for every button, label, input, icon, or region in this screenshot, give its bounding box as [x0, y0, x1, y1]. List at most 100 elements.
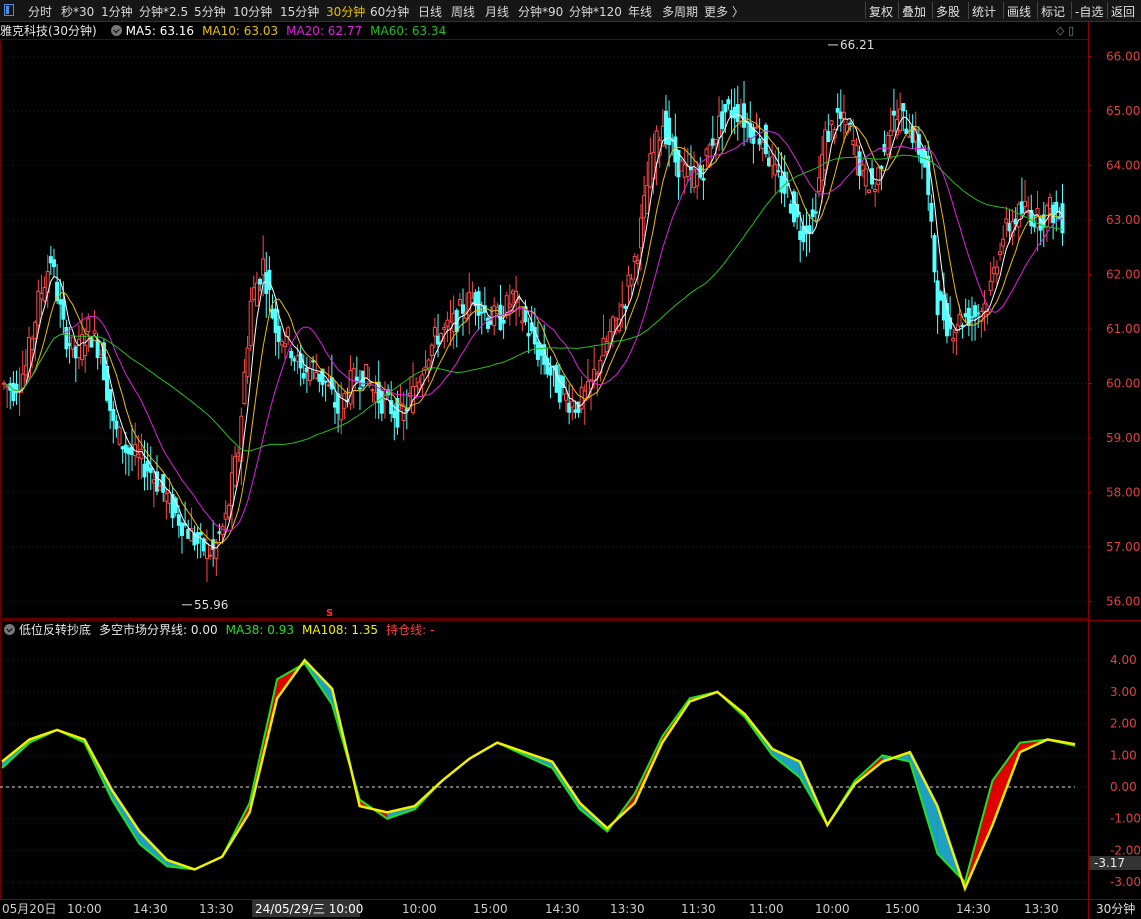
candle-down [73, 346, 78, 359]
candle-up [92, 330, 97, 334]
candle-up [876, 167, 881, 185]
candle-up [254, 282, 259, 307]
candle-up [866, 189, 871, 193]
candle-up [592, 368, 597, 381]
period-label: 30分钟 [1096, 901, 1135, 916]
price-tick-label: 65.00 [1106, 104, 1140, 118]
candle-up [226, 504, 231, 518]
price-tick-label: 60.00 [1106, 377, 1140, 391]
indicator-tick-label: -1.00 [1110, 812, 1141, 826]
candle-up [214, 541, 219, 560]
candle-down [535, 341, 540, 360]
time-axis-label: 10:00 [402, 902, 437, 916]
candle-up [754, 126, 759, 129]
candle-up [348, 369, 353, 405]
candle-up [20, 373, 25, 389]
candle-up [629, 278, 634, 286]
candle-down [142, 463, 147, 478]
candle-down [317, 373, 322, 382]
candle-down [941, 294, 946, 321]
indicator-tick-label: 3.00 [1110, 685, 1137, 699]
candle-down [479, 311, 484, 314]
candle-down [198, 531, 203, 536]
candle-up [339, 395, 344, 421]
candle-down [726, 99, 731, 105]
candle-down [276, 325, 281, 342]
candle-up [70, 336, 75, 350]
time-axis-label: 13:30 [610, 902, 645, 916]
candle-up [988, 280, 993, 292]
time-axis-label: 10:00 [67, 902, 102, 916]
candle-down [1007, 222, 1012, 232]
candle-up [773, 163, 778, 176]
high-price-label: 66.21 [840, 38, 874, 52]
candle-down [176, 514, 181, 526]
candle-up [470, 297, 475, 304]
candle-up [236, 452, 241, 457]
candle-up [738, 117, 743, 122]
price-tick-label: 66.00 [1106, 49, 1140, 63]
candle-down [436, 335, 441, 345]
time-axis-label: 15:00 [885, 902, 920, 916]
candle-up [370, 389, 375, 392]
candle-up [308, 368, 312, 382]
candle-up [283, 343, 288, 348]
candle-down [392, 410, 397, 419]
candle-down [179, 522, 184, 536]
candle-down [258, 278, 263, 285]
candle-up [492, 305, 497, 327]
candle-up [364, 363, 369, 379]
candle-up [854, 144, 859, 158]
price-tick-label: 62.00 [1106, 267, 1140, 281]
candle-down [1054, 201, 1059, 213]
candle-up [80, 334, 85, 361]
candle-up [5, 385, 10, 388]
candle-up [645, 185, 650, 215]
candle-up [204, 543, 209, 559]
candle-up [635, 259, 640, 265]
candle-up [245, 347, 250, 377]
candle-up [564, 393, 569, 401]
kline-chart[interactable]: 56.00 57.00 58.00 59.00 60.00 61.00 62.00 63.00… [0, 0, 1141, 919]
candle-up [907, 135, 912, 138]
time-axis-label: 15:00 [473, 902, 508, 916]
candle-up [620, 304, 625, 307]
candle-down [357, 387, 362, 390]
price-tick-label: 61.00 [1106, 322, 1140, 336]
candle-down [195, 532, 200, 544]
candle-down [798, 230, 803, 241]
candle-up [638, 217, 643, 249]
candle-down [835, 108, 840, 113]
candle-down [267, 269, 272, 290]
candle-down [938, 291, 943, 301]
candle-up [713, 138, 718, 145]
candle-up [520, 320, 525, 324]
price-tick-label: 63.00 [1106, 213, 1140, 227]
time-axis-label: 24/05/29/三 10:00 [255, 902, 363, 916]
candle-down [932, 235, 937, 273]
candle-up [510, 290, 515, 295]
candle-down [920, 148, 924, 164]
candle-up [414, 386, 419, 396]
candle-up [164, 493, 169, 502]
candle-down [548, 366, 553, 376]
candle-up [373, 392, 378, 403]
candle-up [642, 195, 647, 218]
candle-up [610, 316, 615, 333]
candle-up [242, 371, 247, 405]
candle-up [816, 177, 821, 192]
candle-down [61, 299, 66, 320]
time-axis-label: 10:00 [815, 902, 850, 916]
candle-up [507, 303, 512, 308]
candle-up [23, 365, 28, 376]
indicator-tick-label: 1.00 [1110, 748, 1137, 762]
candle-down [48, 256, 53, 264]
candle-up [451, 312, 456, 333]
candle-down [217, 531, 222, 534]
candle-down [67, 343, 72, 347]
candle-up [39, 293, 44, 300]
candle-down [976, 312, 981, 315]
candle-down [848, 122, 853, 125]
candle-down [935, 280, 940, 316]
candle-up [286, 327, 291, 337]
